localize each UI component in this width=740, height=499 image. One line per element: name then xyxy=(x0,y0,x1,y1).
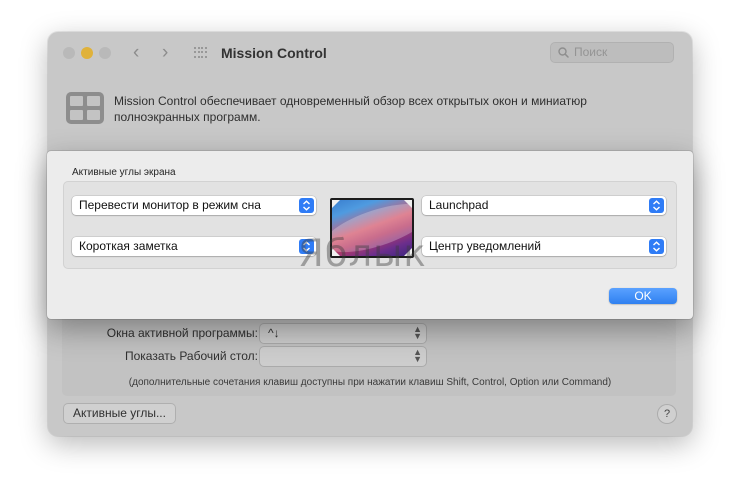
mission-control-app-icon xyxy=(66,92,104,124)
show-desktop-label: Показать Рабочий стол: xyxy=(124,349,258,363)
search-placeholder: Поиск xyxy=(574,45,608,59)
top-right-corner-popup[interactable]: Launchpad xyxy=(422,196,666,215)
minimize-window-button[interactable] xyxy=(81,47,93,59)
app-windows-popup[interactable]: ^↓ ▲ ▼ xyxy=(260,324,426,343)
help-button[interactable]: ? xyxy=(658,405,676,423)
pane-description: Mission Control обеспечивает одновременн… xyxy=(114,94,587,124)
forward-arrow-icon[interactable]: › xyxy=(162,42,168,64)
chevron-updown-icon xyxy=(649,198,664,213)
close-window-button[interactable] xyxy=(63,47,75,59)
show-all-grid-icon[interactable] xyxy=(194,47,207,59)
window-title: Mission Control xyxy=(221,45,327,61)
bottom-right-corner-value: Центр уведомлений xyxy=(429,239,541,253)
corner-marker-icon xyxy=(404,200,412,208)
corner-marker-icon xyxy=(332,200,340,208)
search-field[interactable]: Поиск xyxy=(550,42,674,63)
group-title: Активные углы экрана xyxy=(72,167,176,178)
ok-button[interactable]: OK xyxy=(609,288,677,304)
app-windows-value: ^↓ xyxy=(268,326,280,340)
bottom-left-corner-popup[interactable]: Короткая заметка xyxy=(72,237,316,256)
app-windows-label: Окна активной программы: xyxy=(106,326,258,340)
top-left-corner-value: Перевести монитор в режим сна xyxy=(79,198,261,212)
chevron-updown-icon: ▲ ▼ xyxy=(413,324,422,341)
search-icon xyxy=(558,47,569,58)
chevron-updown-icon xyxy=(299,198,314,213)
shortcut-hint: (дополнительные сочетания клавиш доступн… xyxy=(128,377,612,388)
show-desktop-popup[interactable]: ▲ ▼ xyxy=(260,347,426,366)
top-left-corner-popup[interactable]: Перевести монитор в режим сна xyxy=(72,196,316,215)
bottom-left-corner-value: Короткая заметка xyxy=(79,239,178,253)
chevron-updown-icon xyxy=(649,239,664,254)
chevron-updown-icon: ▲ ▼ xyxy=(413,347,422,364)
hot-corners-button[interactable]: Активные углы... xyxy=(64,404,175,423)
top-right-corner-value: Launchpad xyxy=(429,198,489,212)
title-bar: ‹ › Mission Control Поиск xyxy=(48,32,692,74)
bottom-right-corner-popup[interactable]: Центр уведомлений xyxy=(422,237,666,256)
back-arrow-icon[interactable]: ‹ xyxy=(133,42,139,64)
zoom-window-button[interactable] xyxy=(99,47,111,59)
watermark-text: Яблык xyxy=(298,232,427,275)
